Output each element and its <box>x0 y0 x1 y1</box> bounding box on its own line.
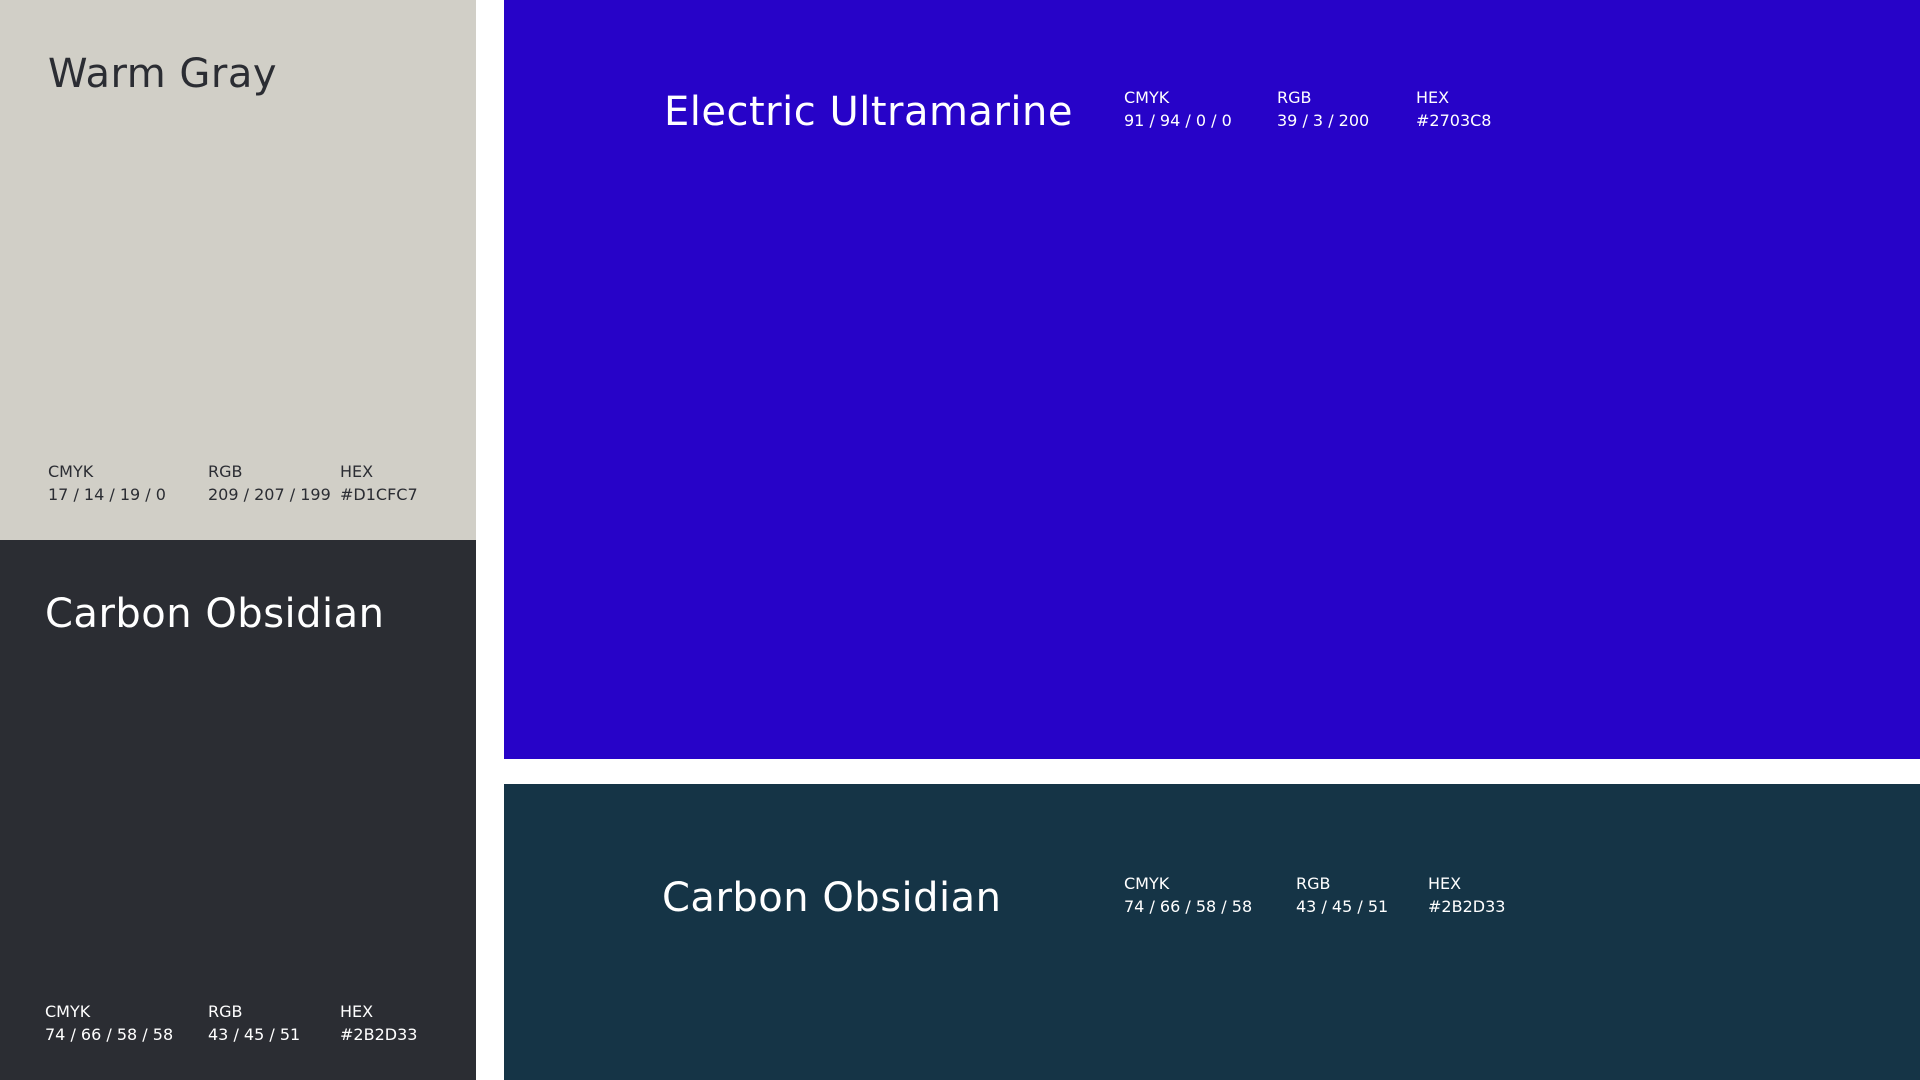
swatch-carbon-obsidian-right: Carbon Obsidian CMYK 74 / 66 / 58 / 58 R… <box>504 784 1920 1080</box>
rgb-spec: RGB 39 / 3 / 200 <box>1277 86 1369 132</box>
cmyk-label: CMYK <box>45 1002 91 1021</box>
hex-value: #2703C8 <box>1416 111 1492 130</box>
rgb-label: RGB <box>1277 88 1312 107</box>
swatch-name: Carbon Obsidian <box>45 591 385 637</box>
hex-label: HEX <box>1416 88 1450 107</box>
cmyk-value: 74 / 66 / 58 / 58 <box>1124 897 1253 916</box>
rgb-spec: RGB 43 / 45 / 51 <box>208 1000 300 1046</box>
swatch-carbon-obsidian-left: Carbon Obsidian CMYK 74 / 66 / 58 / 58 R… <box>0 540 476 1080</box>
hex-spec: HEX #2B2D33 <box>1428 872 1505 918</box>
hex-spec: HEX #D1CFC7 <box>340 460 418 506</box>
hex-spec: HEX #2B2D33 <box>340 1000 417 1046</box>
cmyk-value: 74 / 66 / 58 / 58 <box>45 1025 174 1044</box>
cmyk-label: CMYK <box>48 462 94 481</box>
rgb-label: RGB <box>1296 874 1331 893</box>
rgb-spec: RGB 209 / 207 / 199 <box>208 460 331 506</box>
rgb-value: 39 / 3 / 200 <box>1277 111 1370 130</box>
hex-label: HEX <box>340 462 374 481</box>
cmyk-value: 91 / 94 / 0 / 0 <box>1124 111 1232 130</box>
swatch-electric-ultramarine: Electric Ultramarine CMYK 91 / 94 / 0 / … <box>504 0 1920 759</box>
hex-label: HEX <box>1428 874 1462 893</box>
color-palette-board: Warm Gray CMYK 17 / 14 / 19 / 0 RGB 209 … <box>0 0 1920 1080</box>
rgb-value: 43 / 45 / 51 <box>208 1025 301 1044</box>
cmyk-spec: CMYK 91 / 94 / 0 / 0 <box>1124 86 1232 132</box>
rgb-value: 43 / 45 / 51 <box>1296 897 1389 916</box>
cmyk-label: CMYK <box>1124 88 1170 107</box>
swatch-warm-gray: Warm Gray CMYK 17 / 14 / 19 / 0 RGB 209 … <box>0 0 476 540</box>
hex-label: HEX <box>340 1002 374 1021</box>
rgb-label: RGB <box>208 462 243 481</box>
hex-value: #2B2D33 <box>340 1025 418 1044</box>
cmyk-spec: CMYK 74 / 66 / 58 / 58 <box>45 1000 173 1046</box>
cmyk-spec: CMYK 17 / 14 / 19 / 0 <box>48 460 166 506</box>
hex-value: #2B2D33 <box>1428 897 1506 916</box>
cmyk-spec: CMYK 74 / 66 / 58 / 58 <box>1124 872 1252 918</box>
rgb-value: 209 / 207 / 199 <box>208 485 331 504</box>
swatch-name: Electric Ultramarine <box>664 89 1073 135</box>
hex-spec: HEX #2703C8 <box>1416 86 1491 132</box>
swatch-name: Carbon Obsidian <box>662 875 1002 921</box>
rgb-label: RGB <box>208 1002 243 1021</box>
cmyk-label: CMYK <box>1124 874 1170 893</box>
cmyk-value: 17 / 14 / 19 / 0 <box>48 485 166 504</box>
hex-value: #D1CFC7 <box>340 485 418 504</box>
rgb-spec: RGB 43 / 45 / 51 <box>1296 872 1388 918</box>
swatch-name: Warm Gray <box>48 51 278 97</box>
